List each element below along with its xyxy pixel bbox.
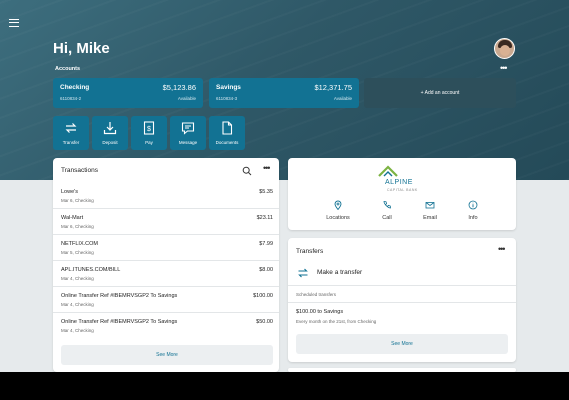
message-button[interactable]: Message: [170, 116, 206, 150]
bank-logo-icon: [378, 165, 398, 177]
account-balance: $5,123.86: [162, 83, 196, 92]
email-icon: [425, 202, 435, 209]
accounts-more-icon[interactable]: •••: [500, 63, 508, 73]
transfers-see-more-button[interactable]: See More: [296, 334, 508, 354]
transaction-date-account: Mar 6, Checking: [61, 224, 94, 229]
table-row[interactable]: Wal-Mart Mar 6, Checking $23.11: [53, 209, 279, 235]
quick-action-label: Transfer: [62, 140, 80, 145]
deposit-icon: [103, 122, 117, 135]
scheduled-transfers-label: Scheduled transfers: [296, 292, 337, 297]
bank-action-label: Locations: [326, 215, 350, 221]
pay-button[interactable]: $ Pay: [131, 116, 167, 150]
transactions-card: Transactions ••• Lowe's Mar 6, Checking …: [53, 158, 279, 372]
account-name: Checking: [60, 84, 90, 91]
transaction-amount: $50.00: [256, 319, 273, 325]
table-row[interactable]: Lowe's Mar 6, Checking $5.35: [53, 183, 279, 209]
quick-action-label: Deposit: [102, 140, 118, 145]
account-card-savings[interactable]: Savings $12,371.75 6110834-3 Available: [209, 78, 359, 108]
call-button[interactable]: Call: [367, 200, 407, 221]
transfer-icon: [65, 123, 77, 133]
transaction-description: NETFLIX.COM: [61, 241, 98, 247]
account-status: Available: [333, 96, 352, 101]
account-status: Available: [177, 96, 196, 101]
make-transfer-link[interactable]: Make a transfer: [317, 269, 362, 276]
info-icon: [468, 200, 478, 210]
scheduled-transfer-amount[interactable]: $100.00 to Savings: [296, 309, 343, 315]
transfers-more-icon[interactable]: •••: [498, 244, 506, 254]
account-name: Savings: [216, 84, 241, 91]
table-row[interactable]: Online Transfer Ref #IBEMRVSGP2 To Savin…: [53, 313, 279, 339]
add-account-button[interactable]: + Add an account: [364, 78, 516, 108]
transfers-card: Transfers ••• Make a transfer Scheduled …: [288, 238, 516, 362]
account-balance: $12,371.75: [314, 83, 352, 92]
email-button[interactable]: Email: [410, 200, 450, 221]
bank-subtitle: CAPITAL BANK: [387, 188, 418, 192]
transaction-amount: $23.11: [256, 215, 273, 221]
table-row[interactable]: APL.ITUNES.COM/BILL Mar 4, Checking $8.0…: [53, 261, 279, 287]
phone-icon: [383, 201, 391, 209]
table-row[interactable]: NETFLIX.COM Mar 5, Checking $7.99: [53, 235, 279, 261]
hamburger-menu-icon[interactable]: [9, 19, 19, 27]
table-row[interactable]: Online Transfer Ref #IBEMRVSGP2 To Savin…: [53, 287, 279, 313]
bank-name: ALPINE: [385, 179, 413, 186]
info-button[interactable]: Info: [453, 200, 493, 221]
transactions-more-icon[interactable]: •••: [263, 163, 271, 173]
transaction-date-account: Mar 6, Checking: [61, 198, 94, 203]
bank-action-label: Call: [382, 215, 392, 221]
transfer-icon: [298, 268, 308, 278]
account-number: 6110834-2: [60, 96, 82, 101]
transfer-button[interactable]: Transfer: [53, 116, 89, 150]
transaction-description: APL.ITUNES.COM/BILL: [61, 267, 121, 273]
account-number: 6110834-3: [216, 96, 238, 101]
account-card-checking[interactable]: Checking $5,123.86 6110834-2 Available: [53, 78, 203, 108]
avatar[interactable]: [494, 38, 515, 59]
locations-button[interactable]: Locations: [318, 200, 358, 221]
bank-action-label: Email: [423, 215, 437, 221]
bottom-bar: [0, 372, 569, 400]
accounts-label: Accounts: [55, 66, 81, 72]
transactions-title: Transactions: [61, 167, 98, 174]
search-icon[interactable]: [242, 166, 252, 176]
transfers-title: Transfers: [296, 248, 324, 255]
transaction-date-account: Mar 4, Checking: [61, 328, 94, 333]
transaction-date-account: Mar 4, Checking: [61, 302, 94, 307]
greeting: Hi, Mike: [53, 40, 110, 57]
quick-action-label: Documents: [215, 140, 239, 145]
documents-icon: [222, 121, 233, 135]
quick-action-label: Message: [178, 140, 198, 145]
location-pin-icon: [334, 200, 342, 210]
bank-action-label: Info: [468, 215, 478, 221]
deposit-button[interactable]: Deposit: [92, 116, 128, 150]
transactions-see-more-button[interactable]: See More: [61, 345, 273, 365]
transaction-amount: $7.99: [259, 241, 273, 247]
transaction-description: Lowe's: [61, 189, 78, 195]
pay-icon: $: [143, 121, 155, 135]
scheduled-transfer-detail: Every month on the 21st, from Checking: [296, 319, 377, 324]
header-banner: Hi, Mike Accounts ••• Checking $5,123.86…: [0, 0, 569, 180]
divider: [288, 302, 516, 303]
transaction-amount: $100.00: [253, 293, 273, 299]
transaction-description: Online Transfer Ref #IBEMRVSGP2 To Savin…: [61, 319, 178, 325]
transaction-amount: $8.00: [259, 267, 273, 273]
transaction-amount: $5.35: [259, 189, 273, 195]
transaction-description: Online Transfer Ref #IBEMRVSGP2 To Savin…: [61, 293, 178, 299]
transaction-description: Wal-Mart: [61, 215, 84, 221]
documents-button[interactable]: Documents: [209, 116, 245, 150]
svg-text:$: $: [147, 126, 151, 133]
transaction-date-account: Mar 4, Checking: [61, 276, 94, 281]
quick-action-label: Pay: [145, 140, 153, 145]
divider: [288, 285, 516, 286]
transaction-date-account: Mar 5, Checking: [61, 250, 94, 255]
message-icon: [181, 122, 195, 135]
